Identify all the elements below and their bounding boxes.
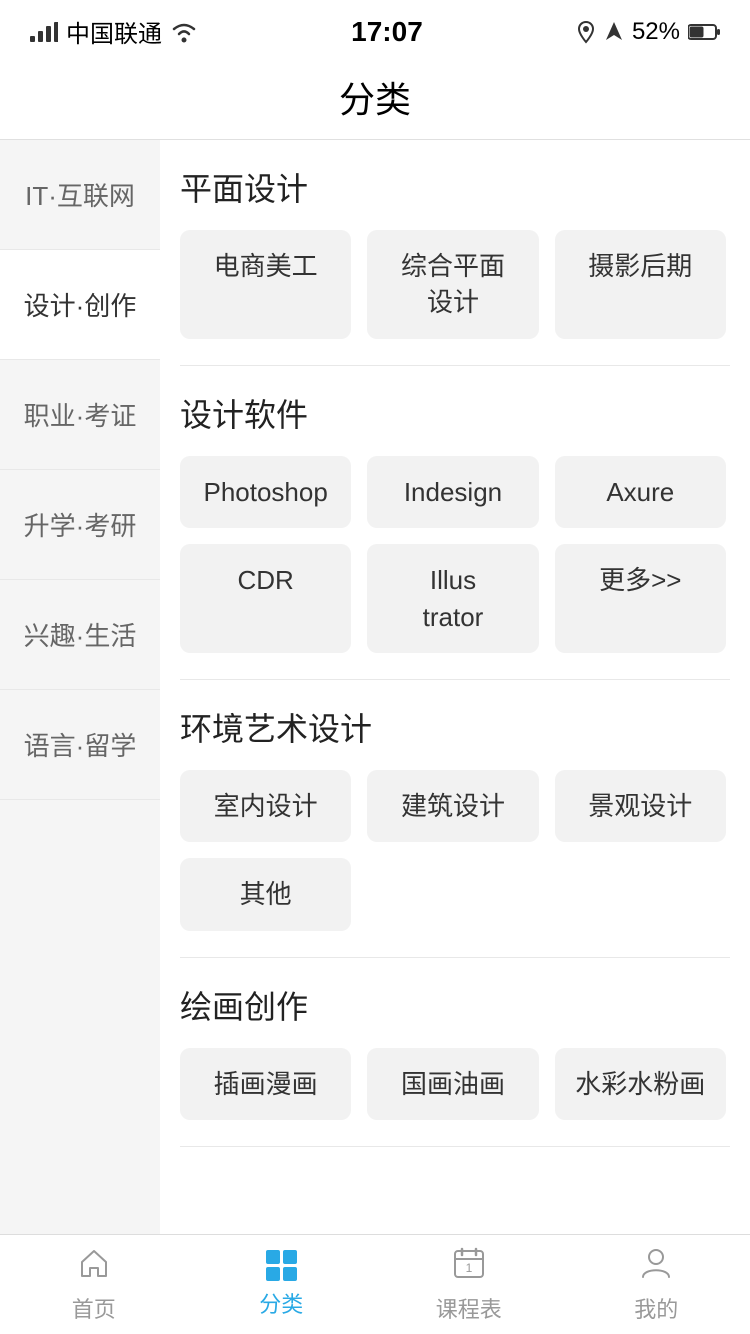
tag-grid-painting: 插画漫画 国画油画 水彩水粉画 [180,1048,730,1120]
tag-photoshop[interactable]: Photoshop [180,456,351,528]
status-time: 17:07 [198,16,576,48]
signal-icon [30,22,58,42]
svg-text:1: 1 [465,1261,472,1275]
page-title: 分类 [0,57,750,140]
category-env-art: 环境艺术设计 室内设计 建筑设计 景观设计 其他 [180,680,730,958]
tag-architecture[interactable]: 建筑设计 [367,770,538,842]
bottom-nav: 首页 分类 1 课程表 [0,1234,750,1334]
battery-icon [688,23,720,41]
wifi-icon [170,21,198,43]
nav-schedule-label: 课程表 [436,1292,502,1324]
tag-indesign[interactable]: Indesign [367,456,538,528]
status-left: 中国联通 [30,14,198,49]
category-title-graphic-design: 平面设计 [180,164,730,210]
main-content: IT·互联网 设计·创作 职业·考证 升学·考研 兴趣·生活 语言·留学 平面设… [0,140,750,1250]
tag-grid-graphic-design: 电商美工 综合平面 设计 摄影后期 [180,230,730,339]
right-content: 平面设计 电商美工 综合平面 设计 摄影后期 设计软件 Photoshop In… [160,140,750,1250]
tag-illustrator[interactable]: Illus trator [367,544,538,653]
category-title-painting: 绘画创作 [180,982,730,1028]
tag-comprehensive-graphic[interactable]: 综合平面 设计 [367,230,538,339]
nav-category-label: 分类 [259,1287,303,1319]
tag-photo-post[interactable]: 摄影后期 [555,230,726,339]
sidebar-item-hobby[interactable]: 兴趣·生活 [0,580,160,690]
category-graphic-design: 平面设计 电商美工 综合平面 设计 摄影后期 [180,140,730,366]
tag-grid-design-software: Photoshop Indesign Axure CDR Illus trato… [180,456,730,653]
category-icon [266,1250,297,1281]
tag-watercolor[interactable]: 水彩水粉画 [555,1048,726,1120]
calendar-icon: 1 [452,1246,486,1286]
tag-cdr[interactable]: CDR [180,544,351,653]
tag-more[interactable]: 更多>> [555,544,726,653]
carrier-label: 中国联通 [66,14,162,49]
nav-category[interactable]: 分类 [188,1250,376,1319]
navigation-icon [604,20,624,44]
battery-label: 52% [632,18,680,46]
tag-chinese-oil[interactable]: 国画油画 [367,1048,538,1120]
sidebar-item-language[interactable]: 语言·留学 [0,690,160,800]
category-design-software: 设计软件 Photoshop Indesign Axure CDR Illus … [180,366,730,680]
nav-home[interactable]: 首页 [0,1246,188,1324]
home-icon [77,1246,111,1286]
tag-grid-env-art: 室内设计 建筑设计 景观设计 其他 [180,770,730,931]
sidebar-item-it[interactable]: IT·互联网 [0,140,160,250]
tag-axure[interactable]: Axure [555,456,726,528]
sidebar-item-design-create[interactable]: 设计·创作 [0,250,160,360]
tag-ecom-beauty[interactable]: 电商美工 [180,230,351,339]
profile-icon [639,1246,673,1286]
tag-landscape[interactable]: 景观设计 [555,770,726,842]
tag-other[interactable]: 其他 [180,858,351,930]
category-title-design-software: 设计软件 [180,390,730,436]
sidebar-item-university[interactable]: 升学·考研 [0,470,160,580]
nav-home-label: 首页 [72,1292,116,1324]
category-painting: 绘画创作 插画漫画 国画油画 水彩水粉画 [180,958,730,1147]
tag-illustration-comic[interactable]: 插画漫画 [180,1048,351,1120]
nav-profile-label: 我的 [634,1292,678,1324]
sidebar-item-career[interactable]: 职业·考证 [0,360,160,470]
status-bar: 中国联通 17:07 52% [0,0,750,57]
location-icon [576,20,596,44]
category-title-env-art: 环境艺术设计 [180,704,730,750]
nav-profile[interactable]: 我的 [563,1246,750,1324]
nav-schedule[interactable]: 1 课程表 [375,1246,563,1324]
sidebar: IT·互联网 设计·创作 职业·考证 升学·考研 兴趣·生活 语言·留学 [0,140,160,1250]
tag-interior[interactable]: 室内设计 [180,770,351,842]
status-right: 52% [576,18,720,46]
